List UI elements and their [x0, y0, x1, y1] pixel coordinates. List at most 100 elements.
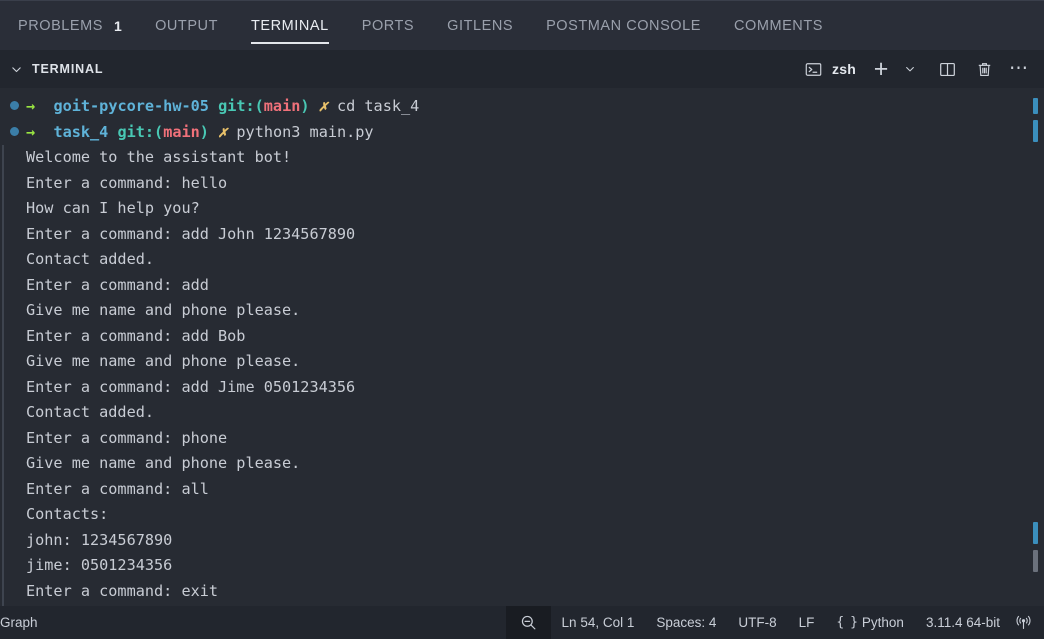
split-panel-icon[interactable]	[934, 56, 960, 82]
terminal-output-line: jime: 0501234356	[0, 553, 1044, 579]
language-mode-item[interactable]: { } Python	[825, 606, 915, 639]
terminal-command-text: cd task_4	[336, 97, 420, 115]
terminal-body[interactable]: → goit-pycore-hw-05 git:(main) ✗ cd task…	[0, 88, 1044, 606]
terminal-output-text: Enter a command: add	[26, 275, 209, 294]
eol-item[interactable]: LF	[788, 606, 826, 639]
terminal-output-area[interactable]: → goit-pycore-hw-05 git:(main) ✗ cd task…	[0, 88, 1044, 606]
prompt-arrow-icon: →	[26, 122, 36, 141]
terminal-prompt-line: → goit-pycore-hw-05 git:(main) ✗ cd task…	[0, 94, 1044, 120]
terminal-output-line: Enter a command: add Bob	[0, 324, 1044, 350]
terminal-toolbar-left: TERMINAL	[8, 61, 103, 77]
terminal-panel-title: TERMINAL	[32, 62, 104, 76]
terminal-output-text: Give me name and phone please.	[26, 454, 301, 472]
braces-icon: { }	[836, 615, 858, 630]
terminal-output-text: Enter a command: phone	[26, 428, 228, 447]
panel-tab-bar: PROBLEMS 1 OUTPUT TERMINAL PORTS GITLENS POSTM…	[0, 0, 1044, 50]
overview-ruler-mark	[1033, 522, 1038, 544]
terminal-output-line: Contacts:	[0, 502, 1044, 528]
overview-ruler-mark	[1033, 98, 1038, 114]
terminal-output-text: Contact added.	[26, 403, 155, 421]
terminal-output-text: Enter a command: add Bob	[26, 326, 246, 345]
command-status-dot-icon	[10, 101, 19, 110]
terminal-output-line: Welcome to the assistant bot!	[0, 145, 1044, 171]
terminal-output-line: Enter a command: all	[0, 477, 1044, 503]
panel-tab-terminal[interactable]: TERMINAL	[251, 1, 329, 51]
panel-tab-label: TERMINAL	[251, 17, 329, 34]
shell-label[interactable]: zsh	[832, 61, 856, 77]
panel-tab-comments[interactable]: COMMENTS	[734, 1, 823, 51]
command-status-dot-icon	[10, 126, 19, 136]
panel-tab-gitlens[interactable]: GITLENS	[447, 1, 513, 51]
terminal-icon[interactable]	[800, 56, 826, 82]
prompt-dirty-status-icon: ✗	[218, 122, 228, 141]
prompt-git-branch: main	[163, 122, 200, 141]
terminal-output-line: Enter a command: exit	[0, 579, 1044, 605]
cursor-position-item[interactable]: Ln 54, Col 1	[551, 606, 646, 639]
prompt-dirty-status-icon: ✗	[318, 97, 328, 115]
zoom-out-icon[interactable]	[505, 606, 551, 639]
chevron-down-icon[interactable]	[8, 61, 24, 77]
terminal-toolbar-actions: zsh + ⋯	[800, 56, 1032, 82]
status-bar-right: Ln 54, Col 1 Spaces: 4 UTF-8 LF { } Pyth…	[551, 606, 1044, 639]
command-output-decoration	[2, 145, 4, 606]
terminal-output-line: john: 1234567890	[0, 528, 1044, 554]
terminal-output-text: Enter a command: hello	[26, 173, 228, 192]
python-interpreter-item[interactable]: 3.11.4 64-bit	[915, 606, 1011, 639]
terminal-output-line: Enter a command: hello	[0, 171, 1044, 197]
panel-tab-label: GITLENS	[447, 17, 514, 34]
terminal-output-line: Enter a command: add Jime 0501234356	[0, 375, 1044, 401]
status-graph-item[interactable]: Graph	[0, 606, 47, 639]
terminal-output-text: How can I help you?	[26, 199, 200, 217]
status-bar-left: Graph	[0, 606, 47, 639]
terminal-output-text: Enter a command: add Jime 0501234356	[26, 377, 356, 396]
panel-tab-ports[interactable]: PORTS	[362, 1, 414, 51]
prompt-git-branch: main	[263, 97, 301, 115]
terminal-output-line: Contact added.	[0, 400, 1044, 426]
terminal-overview-ruler[interactable]	[1032, 88, 1038, 606]
terminal-output-text: Give me name and phone please.	[26, 301, 301, 319]
plus-icon[interactable]: +	[868, 56, 894, 82]
status-bar: Graph Ln 54, Col 1 Spaces: 4 UTF-8 LF { …	[0, 606, 1044, 639]
prompt-git-close: )	[300, 97, 310, 115]
terminal-output-text: Enter a command: exit	[26, 581, 219, 600]
terminal-output-text: Contacts:	[26, 505, 109, 523]
prompt-directory: goit-pycore-hw-05	[53, 97, 209, 115]
terminal-output-line: Give me name and phone please.	[0, 349, 1044, 375]
trash-icon[interactable]	[971, 56, 997, 82]
panel-tab-label: POSTMAN CONSOLE	[546, 17, 701, 34]
indentation-item[interactable]: Spaces: 4	[645, 606, 727, 639]
terminal-output-text: john: 1234567890	[26, 530, 173, 549]
panel-tab-label: PROBLEMS	[18, 17, 103, 34]
prompt-arrow-icon: →	[26, 97, 36, 115]
terminal-command-text: python3 main.py	[236, 122, 374, 141]
ellipsis-icon[interactable]: ⋯	[1006, 56, 1032, 82]
terminal-output-text: Welcome to the assistant bot!	[26, 148, 292, 166]
prompt-git-open: git:(	[117, 122, 164, 141]
broadcast-icon[interactable]	[1011, 606, 1040, 639]
vscode-panel: PROBLEMS 1 OUTPUT TERMINAL PORTS GITLENS POSTM…	[0, 0, 1044, 639]
new-terminal-dropdown-icon[interactable]	[897, 56, 923, 82]
terminal-output-line: Give me name and phone please.	[0, 298, 1044, 324]
panel-tab-output[interactable]: OUTPUT	[155, 1, 218, 51]
terminal-output-line: Give me name and phone please.	[0, 451, 1044, 477]
encoding-item[interactable]: UTF-8	[727, 606, 787, 639]
terminal-output-line: Enter a command: add	[0, 273, 1044, 299]
terminal-output-line: Contact added.	[0, 247, 1044, 273]
panel-tab-badge: 1	[113, 17, 123, 34]
panel-tab-postman-console[interactable]: POSTMAN CONSOLE	[546, 1, 701, 51]
overview-ruler-mark	[1033, 550, 1038, 572]
prompt-git-close: )	[199, 122, 209, 141]
language-mode-label: Python	[861, 615, 904, 630]
terminal-output-line: Enter a command: phone	[0, 426, 1044, 452]
panel-tab-label: PORTS	[361, 17, 415, 34]
active-tab-underline	[251, 42, 329, 44]
prompt-git-open: git:(	[218, 97, 264, 115]
panel-tab-problems[interactable]: PROBLEMS 1	[18, 1, 122, 51]
prompt-directory: task_4	[53, 122, 109, 141]
overview-ruler-mark	[1033, 120, 1038, 142]
panel-tab-label: OUTPUT	[155, 17, 218, 34]
terminal-output-text: Enter a command: add John 1234567890	[26, 224, 356, 243]
terminal-output-line: Enter a command: add John 1234567890	[0, 222, 1044, 248]
terminal-output-text: Enter a command: all	[26, 479, 209, 498]
terminal-output-text: jime: 0501234356	[26, 556, 173, 574]
